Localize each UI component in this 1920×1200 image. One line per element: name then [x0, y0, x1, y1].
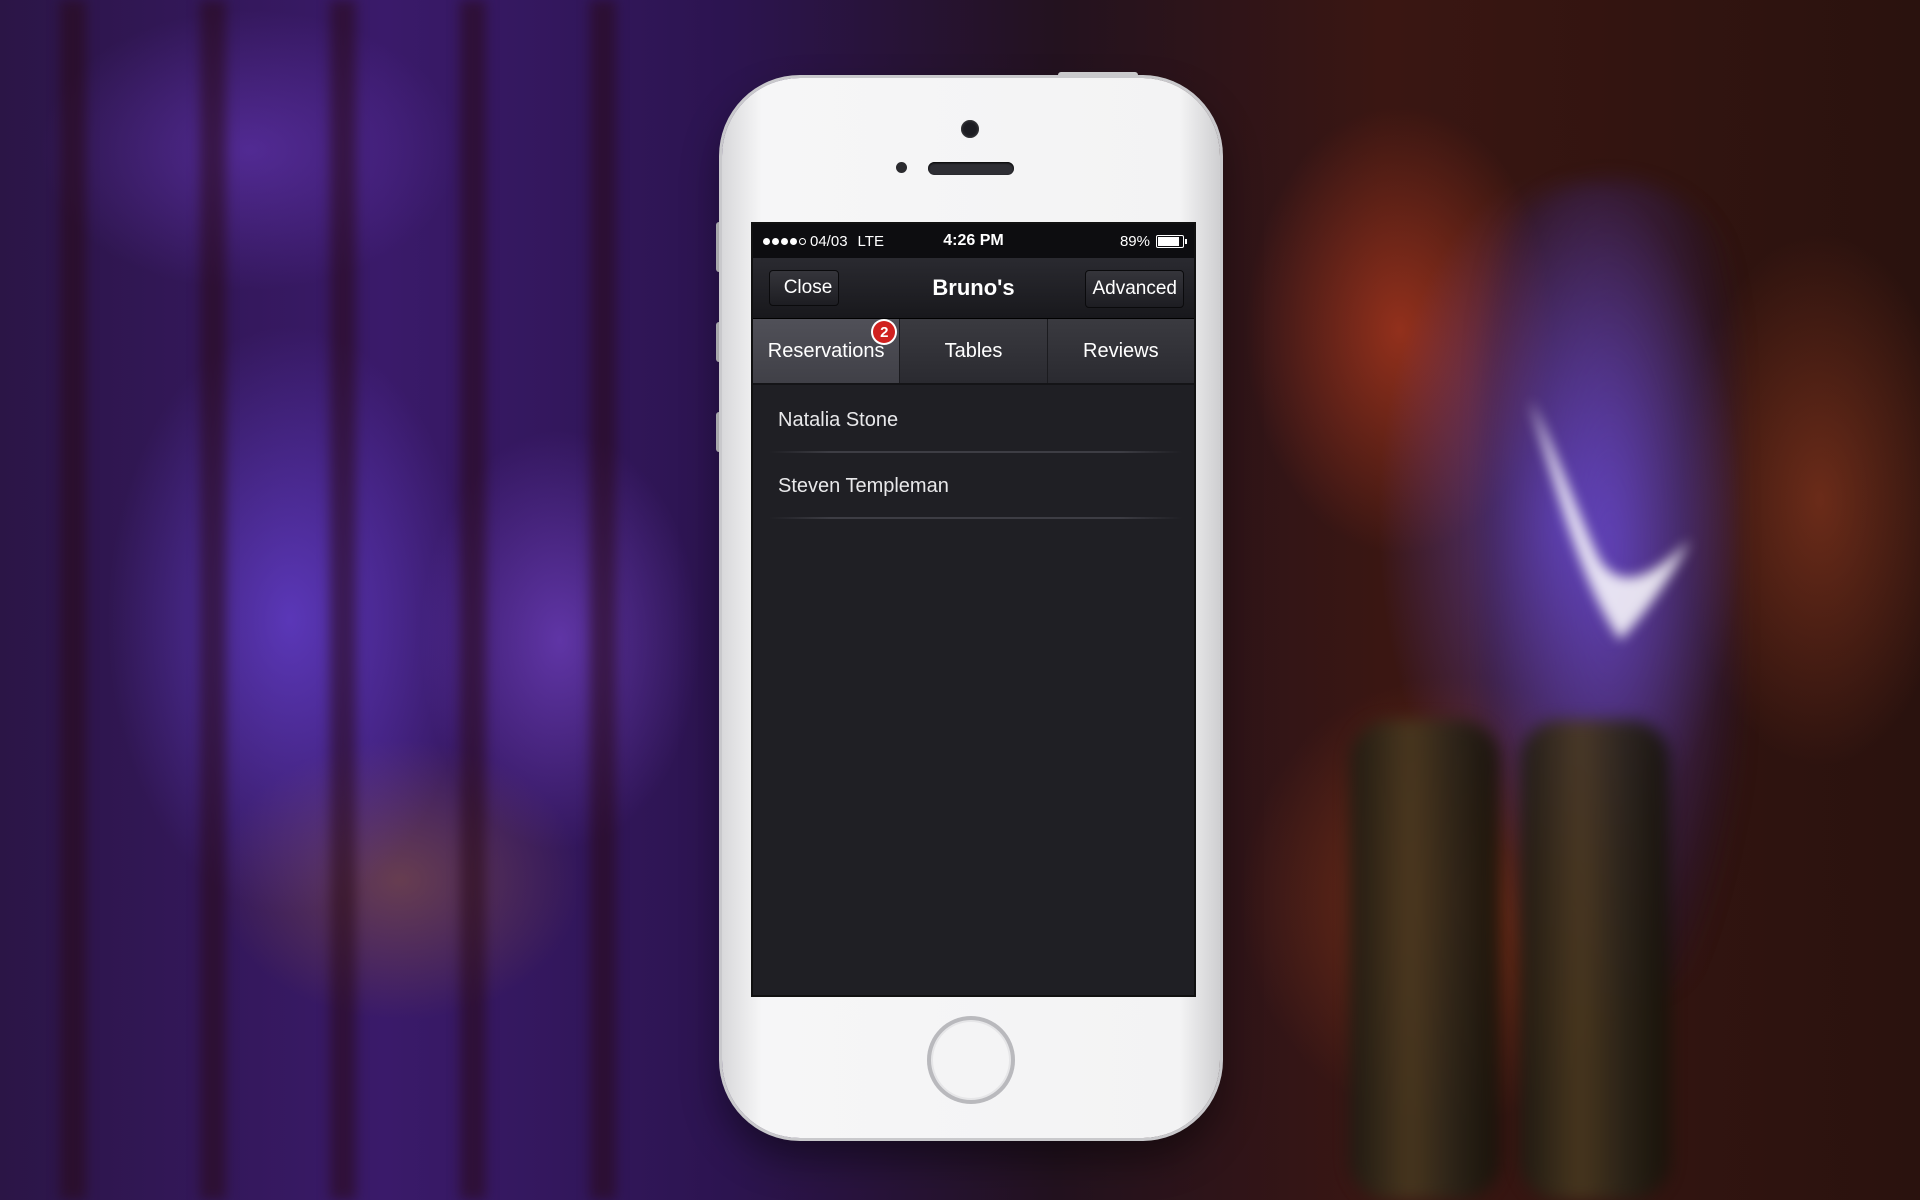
page-title: Bruno's: [932, 275, 1015, 300]
status-time: 4:26 PM: [943, 232, 1004, 249]
advanced-button[interactable]: Advanced: [1085, 270, 1184, 308]
tab-label: Tables: [944, 339, 1003, 362]
tab-label: Reviews: [1083, 339, 1159, 362]
front-camera-icon: [961, 120, 979, 138]
background-can: [1520, 720, 1670, 1200]
tab-reviews[interactable]: Reviews: [1048, 319, 1194, 383]
background-can: [1350, 720, 1500, 1200]
background-bar: [200, 0, 226, 1200]
background-bar: [60, 0, 86, 1200]
background-bar: [460, 0, 486, 1200]
segmented-tabs: Reservations 2 Tables Reviews: [753, 319, 1194, 385]
earpiece-speaker: [928, 162, 1014, 175]
navigation-bar: Close Bruno's Advanced: [753, 258, 1194, 319]
reservation-name: Steven Templeman: [778, 474, 949, 497]
status-bar: 04/03 LTE 4:26 PM 89%: [753, 224, 1194, 258]
background-bar: [330, 0, 356, 1200]
phone-screen: 04/03 LTE 4:26 PM 89% Close Bruno's Adva…: [751, 222, 1196, 997]
proximity-sensor: [896, 162, 907, 173]
list-item[interactable]: Natalia Stone: [753, 387, 1194, 453]
battery-fill: [1158, 236, 1180, 246]
reservation-name: Natalia Stone: [778, 408, 899, 431]
battery-icon: [1156, 234, 1187, 248]
bird-logo-icon: [1530, 400, 1690, 640]
background-bar: [590, 0, 616, 1200]
close-button[interactable]: Close: [769, 270, 839, 306]
list-item[interactable]: Steven Templeman: [753, 453, 1194, 519]
tab-tables[interactable]: Tables: [900, 319, 1048, 383]
tab-reservations[interactable]: Reservations 2: [753, 319, 901, 383]
notification-badge: 2: [873, 321, 896, 343]
home-button[interactable]: [927, 1016, 1015, 1104]
tab-label: Reservations: [767, 339, 885, 362]
reservation-list: Natalia Stone Steven Templeman: [753, 385, 1194, 519]
